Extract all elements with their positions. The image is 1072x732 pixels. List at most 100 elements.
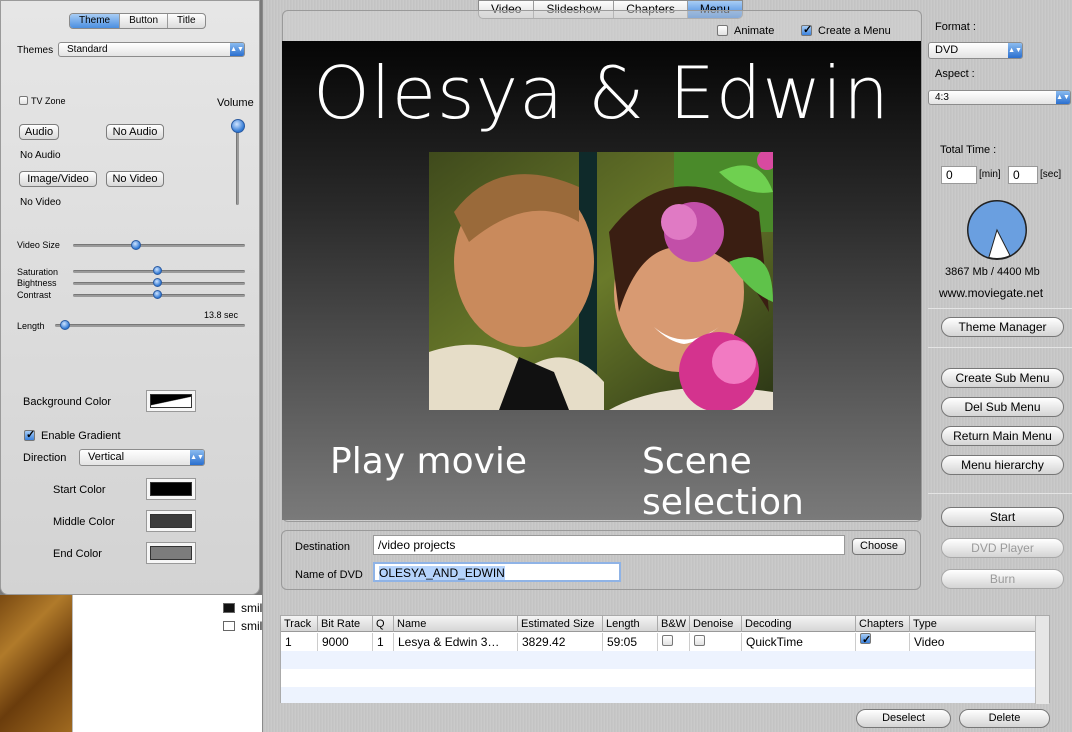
create-sub-menu-button[interactable]: Create Sub Menu xyxy=(941,368,1064,388)
total-time-sec-field[interactable]: 0 xyxy=(1008,166,1038,184)
cell-estimated-size: 3829.42 xyxy=(518,633,603,651)
column-header-bw[interactable]: B&W xyxy=(658,616,690,632)
column-header-q[interactable]: Q xyxy=(373,616,394,632)
chapters-checkbox[interactable] xyxy=(860,633,871,649)
website-link[interactable]: www.moviegate.net xyxy=(939,286,1043,300)
saturation-slider-knob[interactable] xyxy=(152,266,162,275)
animate-label: Animate xyxy=(734,25,775,37)
menu-photo[interactable] xyxy=(429,152,773,410)
length-value: 13.8 sec xyxy=(204,310,239,320)
volume-slider-knob[interactable] xyxy=(231,119,245,133)
animate-checkbox[interactable] xyxy=(717,25,728,36)
cell-length: 59:05 xyxy=(603,633,658,651)
video-size-slider[interactable] xyxy=(73,244,245,247)
deselect-button[interactable]: Deselect xyxy=(856,709,951,728)
return-main-menu-button[interactable]: Return Main Menu xyxy=(941,426,1064,446)
video-size-slider-knob[interactable] xyxy=(131,240,142,250)
audio-status: No Audio xyxy=(20,150,61,161)
theme-manager-button[interactable]: Theme Manager xyxy=(941,317,1064,337)
volume-label: Volume xyxy=(217,97,254,109)
couple-photo-image xyxy=(429,152,773,410)
segment-button[interactable]: Button xyxy=(120,14,169,28)
column-header-denoise[interactable]: Denoise xyxy=(690,616,742,632)
burn-button[interactable]: Burn xyxy=(941,569,1064,589)
dvd-menu-canvas[interactable]: Olesya & Edwin Play movie Scene selectio… xyxy=(282,41,921,523)
scene-selection-menu-button[interactable]: Scene selection xyxy=(642,441,921,523)
total-time-min-field[interactable]: 0 xyxy=(941,166,977,184)
length-slider-knob[interactable] xyxy=(60,320,71,330)
name-of-dvd-field[interactable]: OLESYA_AND_EDWIN xyxy=(373,562,621,582)
column-header-bitrate[interactable]: Bit Rate xyxy=(318,616,373,632)
bw-checkbox[interactable] xyxy=(662,635,673,646)
segment-title[interactable]: Title xyxy=(168,14,205,28)
background-color-swatch xyxy=(150,394,192,408)
video-size-label: Video Size xyxy=(17,240,60,250)
no-audio-button[interactable]: No Audio xyxy=(106,124,164,140)
background-color-label: Background Color xyxy=(23,396,112,408)
aspect-label: Aspect : xyxy=(935,68,975,80)
table-scrollbar[interactable] xyxy=(1035,616,1049,704)
end-color-well[interactable] xyxy=(146,542,196,564)
table-row-empty xyxy=(281,651,1049,669)
chevron-updown-icon: ▲▼ xyxy=(1056,91,1070,104)
column-header-length[interactable]: Length xyxy=(603,616,658,632)
start-color-well[interactable] xyxy=(146,478,196,500)
cell-bitrate: 9000 xyxy=(318,633,373,651)
segment-theme[interactable]: Theme xyxy=(70,14,121,28)
divider xyxy=(928,347,1072,348)
menu-title-text[interactable]: Olesya & Edwin xyxy=(282,51,921,135)
table-row[interactable]: 1 9000 1 Lesya & Edwin 3… 3829.42 59:05 … xyxy=(281,633,1049,651)
total-time-label: Total Time : xyxy=(940,144,997,156)
volume-slider[interactable] xyxy=(236,125,239,205)
table-row-empty xyxy=(281,669,1049,687)
length-label: Length xyxy=(17,321,45,331)
format-popup[interactable]: DVD ▲▼ xyxy=(928,42,1023,59)
movie-file-icon xyxy=(223,603,235,613)
denoise-checkbox[interactable] xyxy=(694,635,705,646)
del-sub-menu-button[interactable]: Del Sub Menu xyxy=(941,397,1064,417)
brightness-slider-knob[interactable] xyxy=(152,278,162,287)
finder-file-item[interactable]: smil xyxy=(223,601,262,615)
column-header-decoding[interactable]: Decoding xyxy=(742,616,856,632)
direction-popup[interactable]: Vertical ▲▼ xyxy=(79,449,205,466)
themes-popup[interactable]: Standard ▲▼ xyxy=(58,42,245,57)
column-header-name[interactable]: Name xyxy=(394,616,518,632)
cell-name: Lesya & Edwin 3… xyxy=(394,633,518,651)
destination-field[interactable]: /video projects xyxy=(373,535,845,555)
column-header-estimated-size[interactable]: Estimated Size xyxy=(518,616,603,632)
themes-popup-value: Standard xyxy=(67,44,108,55)
contrast-slider-knob[interactable] xyxy=(152,290,162,299)
dvd-player-button[interactable]: DVD Player xyxy=(941,538,1064,558)
middle-color-well[interactable] xyxy=(146,510,196,532)
inspector-segmented-control: Theme Button Title xyxy=(69,13,206,29)
column-header-track[interactable]: Track xyxy=(281,616,318,632)
enable-gradient-label: Enable Gradient xyxy=(41,430,121,442)
column-header-type[interactable]: Type xyxy=(910,616,1036,632)
aspect-popup[interactable]: 4:3 ▲▼ xyxy=(928,90,1071,105)
cell-q: 1 xyxy=(373,633,394,651)
column-header-chapters[interactable]: Chapters xyxy=(856,616,910,632)
no-video-button[interactable]: No Video xyxy=(106,171,164,187)
create-menu-checkbox[interactable] xyxy=(801,23,812,36)
chevron-updown-icon: ▲▼ xyxy=(230,43,244,56)
length-slider[interactable] xyxy=(55,324,245,327)
audio-button[interactable]: Audio xyxy=(19,124,59,140)
start-button[interactable]: Start xyxy=(941,507,1064,527)
sec-unit-label: [sec] xyxy=(1040,169,1062,180)
disk-usage-text: 3867 Mb / 4400 Mb xyxy=(945,266,1040,278)
enable-gradient-checkbox[interactable] xyxy=(24,428,35,441)
themes-label: Themes xyxy=(17,45,54,56)
document-file-icon xyxy=(223,621,235,631)
menu-hierarchy-button[interactable]: Menu hierarchy xyxy=(941,455,1064,475)
cell-type: Video xyxy=(914,635,945,649)
delete-button[interactable]: Delete xyxy=(959,709,1050,728)
image-video-button[interactable]: Image/Video xyxy=(19,171,97,187)
brightness-label: Bightness xyxy=(17,278,57,288)
tv-zone-checkbox[interactable] xyxy=(19,96,28,105)
contrast-label: Contrast xyxy=(17,290,52,300)
choose-button[interactable]: Choose xyxy=(852,538,906,555)
track-table: Track Bit Rate Q Name Estimated Size Len… xyxy=(280,615,1050,704)
background-color-well[interactable] xyxy=(146,390,196,412)
play-movie-menu-button[interactable]: Play movie xyxy=(330,441,527,482)
start-color-swatch xyxy=(150,482,192,496)
